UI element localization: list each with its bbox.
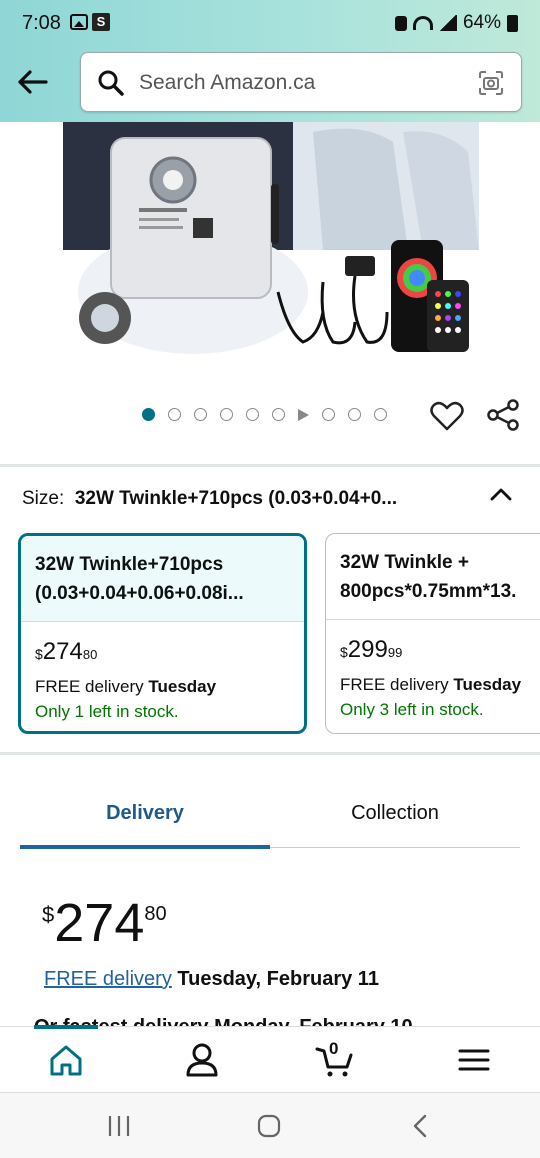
recent-apps-icon[interactable] xyxy=(104,1111,134,1141)
share-icon[interactable] xyxy=(486,398,520,432)
wifi-icon xyxy=(412,16,433,30)
signal-icon xyxy=(438,15,457,31)
home-icon[interactable] xyxy=(46,1041,86,1079)
top-header: 7:08 S 64% Search Amazon.ca xyxy=(0,0,540,122)
delivery-prefix: FREE delivery xyxy=(35,677,149,696)
option-title: 32W Twinkle + 800pcs*0.75mm*13. xyxy=(326,534,540,620)
search-icon xyxy=(98,70,124,96)
selected-size-value: 32W Twinkle+710pcs (0.03+0.04+0... xyxy=(74,488,398,509)
search-bar[interactable]: Search Amazon.ca xyxy=(80,52,522,112)
carousel-dot[interactable] xyxy=(322,408,335,421)
chevron-up-icon[interactable] xyxy=(489,484,513,504)
carousel-dot[interactable] xyxy=(194,408,207,421)
stock-status: Only 1 left in stock. xyxy=(35,702,179,721)
size-option-card[interactable]: 32W Twinkle + 800pcs*0.75mm*13. $29999 F… xyxy=(325,533,540,734)
stock-status: Only 3 left in stock. xyxy=(340,700,484,719)
option-title: 32W Twinkle+710pcs (0.03+0.04+0.06+0.08i… xyxy=(21,536,304,622)
carousel-dot[interactable] xyxy=(168,408,181,421)
account-icon[interactable] xyxy=(182,1041,222,1079)
bottom-navigation: 0 xyxy=(0,1025,540,1092)
tab-collection[interactable]: Collection xyxy=(270,802,520,825)
cart-count: 0 xyxy=(329,1039,339,1058)
cart-button[interactable]: 0 xyxy=(315,1039,355,1079)
menu-icon[interactable] xyxy=(454,1041,494,1079)
image-carousel-indicator[interactable] xyxy=(142,408,387,421)
size-label: Size: xyxy=(22,488,65,509)
battery-icon xyxy=(507,14,518,32)
home-system-icon[interactable] xyxy=(254,1111,284,1141)
option-title-line: (0.03+0.04+0.06+0.08i... xyxy=(35,583,244,604)
option-price: $27480 xyxy=(35,638,290,666)
price-whole: 274 xyxy=(54,893,145,953)
delivery-day: Tuesday xyxy=(453,675,522,694)
security-icon xyxy=(394,15,407,31)
tab-delivery[interactable]: Delivery xyxy=(20,802,270,825)
carousel-dot[interactable] xyxy=(374,408,387,421)
delivery-date: Tuesday, February 11 xyxy=(177,968,379,990)
status-bar: 7:08 S 64% xyxy=(0,0,540,48)
product-image[interactable] xyxy=(63,122,479,358)
video-play-icon[interactable] xyxy=(298,408,309,421)
price-fraction: 99 xyxy=(387,645,403,660)
section-divider xyxy=(0,464,540,467)
free-delivery-link[interactable]: FREE delivery xyxy=(44,968,172,990)
system-navigation-bar xyxy=(0,1092,540,1158)
gallery-notification-icon xyxy=(70,14,88,30)
back-system-icon[interactable] xyxy=(406,1111,436,1141)
option-price: $29999 xyxy=(340,636,540,664)
main-price: $27480 xyxy=(42,896,167,950)
option-delivery: FREE delivery Tuesday xyxy=(35,676,290,698)
wishlist-heart-icon[interactable] xyxy=(430,400,464,432)
carousel-dot[interactable] xyxy=(246,408,259,421)
carousel-dot[interactable] xyxy=(220,408,233,421)
option-title-line: 32W Twinkle+710pcs xyxy=(35,554,224,575)
price-currency: $ xyxy=(340,644,348,660)
app-s-notification-icon: S xyxy=(92,13,110,31)
camera-search-icon[interactable] xyxy=(477,69,505,97)
back-arrow-icon[interactable] xyxy=(12,62,52,102)
status-time: 7:08 xyxy=(22,12,61,34)
carousel-dot[interactable] xyxy=(272,408,285,421)
price-whole: 299 xyxy=(347,636,388,663)
size-option-card-selected[interactable]: 32W Twinkle+710pcs (0.03+0.04+0.06+0.08i… xyxy=(18,533,307,734)
active-tab-indicator xyxy=(20,845,270,849)
section-divider xyxy=(0,752,540,755)
status-right: 64% xyxy=(394,12,518,34)
nav-active-indicator xyxy=(34,1025,98,1029)
option-delivery: FREE delivery Tuesday xyxy=(340,674,540,696)
option-title-line: 32W Twinkle + xyxy=(340,552,469,573)
delivery-prefix: FREE delivery xyxy=(340,675,454,694)
carousel-dot[interactable] xyxy=(142,408,155,421)
price-currency: $ xyxy=(35,646,43,662)
delivery-info: FREE delivery Tuesday, February 11 xyxy=(44,968,379,991)
fulfillment-tabs: Delivery Collection xyxy=(20,790,520,849)
battery-percent: 64% xyxy=(462,12,501,33)
delivery-day: Tuesday xyxy=(148,677,217,696)
option-title-line: 800pcs*0.75mm*13. xyxy=(340,581,517,602)
price-fraction: 80 xyxy=(144,903,167,925)
price-fraction: 80 xyxy=(82,647,98,662)
price-currency: $ xyxy=(42,902,55,927)
search-input[interactable]: Search Amazon.ca xyxy=(139,71,315,95)
size-selector-row[interactable]: Size: 32W Twinkle+710pcs (0.03+0.04+0... xyxy=(22,488,462,510)
price-whole: 274 xyxy=(42,638,83,665)
carousel-dot[interactable] xyxy=(348,408,361,421)
